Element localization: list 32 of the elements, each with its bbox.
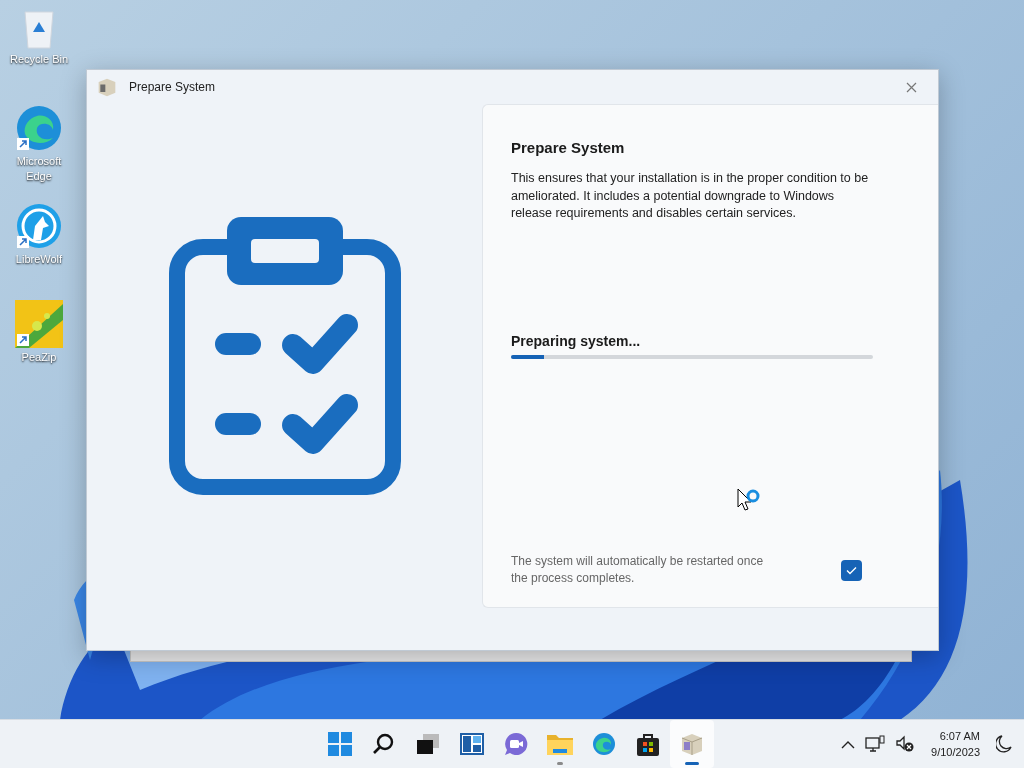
restart-note: The system will automatically be restarted once the process completes. (511, 553, 765, 587)
network-icon[interactable] (865, 735, 886, 753)
chat-icon (504, 732, 528, 756)
close-icon (905, 81, 917, 93)
edge-icon[interactable] (15, 104, 63, 152)
pea-pod-icon[interactable] (15, 300, 63, 348)
clock-date[interactable]: 9/10/2023 (931, 744, 980, 760)
progress-label: Preparing system... (511, 332, 642, 349)
description: This ensures that your installation is in the proper condition to be ameliorated. It includes a potential downgrade to Windows release requirements and disables certain services. (511, 170, 870, 222)
restart-checkbox[interactable] (841, 559, 862, 581)
shopping-bag-icon (637, 732, 659, 756)
task-view-icon (417, 734, 439, 754)
folder-icon (547, 733, 573, 755)
windows-logo-icon (328, 732, 352, 756)
desktop-icon-label: LibreWolf (14, 252, 64, 267)
moon-icon[interactable] (996, 735, 1012, 753)
box-icon (97, 77, 117, 97)
search-icon (373, 733, 395, 755)
heading: Prepare System (511, 139, 626, 156)
window-title: Prepare System (129, 80, 217, 94)
clipboard-checklist-icon (168, 217, 401, 495)
clock-time[interactable]: 6:07 AM (939, 728, 980, 744)
box-icon (680, 732, 704, 756)
edge-icon (592, 732, 616, 756)
wolf-icon[interactable] (15, 202, 63, 250)
chevron-up-icon[interactable] (841, 739, 856, 749)
desktop-icon-label: Microsoft Edge (15, 154, 63, 184)
check-icon (846, 565, 857, 575)
speaker-muted-icon[interactable] (895, 735, 916, 753)
desktop-icon-label: Recycle Bin (8, 52, 70, 67)
widgets-icon (460, 733, 484, 755)
desktop-icon-label: PeaZip (20, 350, 58, 365)
